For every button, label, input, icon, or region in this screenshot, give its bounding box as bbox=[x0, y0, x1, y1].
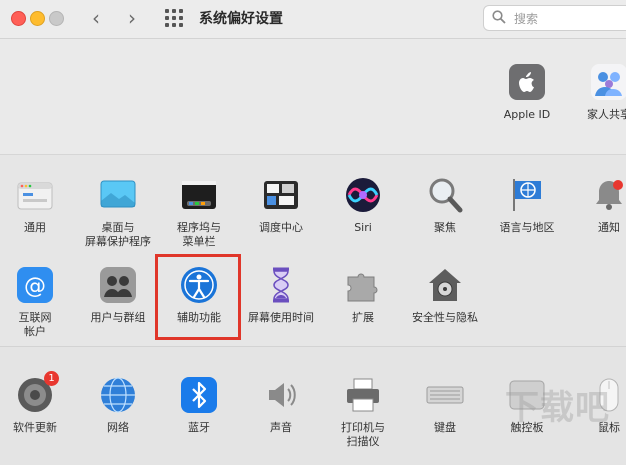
pref-language-region[interactable]: 语言与地区 bbox=[488, 175, 566, 235]
highlight-box bbox=[155, 254, 241, 340]
bluetooth-icon bbox=[179, 375, 219, 415]
grid-icon[interactable] bbox=[165, 9, 183, 27]
language-region-icon bbox=[507, 175, 547, 215]
pref-security-privacy[interactable]: 安全性与隐私 bbox=[406, 265, 484, 325]
close-window-button[interactable] bbox=[11, 11, 26, 26]
chevron-left-icon[interactable]: ‹ bbox=[85, 6, 107, 30]
pref-users-groups[interactable]: 用户与群组 bbox=[79, 265, 157, 325]
pref-notifications[interactable]: 通知 bbox=[570, 175, 626, 235]
pref-label: 蓝牙 bbox=[188, 421, 210, 434]
watermark: 下载吧 bbox=[505, 388, 610, 428]
pref-general[interactable]: 通用 bbox=[0, 175, 74, 235]
zoom-window-button[interactable] bbox=[49, 11, 64, 26]
pref-label: 软件更新 bbox=[13, 421, 57, 434]
pref-label: 家人共享 bbox=[587, 108, 626, 121]
pref-label: 键盘 bbox=[434, 421, 456, 434]
pref-network[interactable]: 网络 bbox=[79, 375, 157, 435]
pref-label: 用户与群组 bbox=[90, 311, 146, 324]
printers-scanners-icon bbox=[343, 375, 383, 415]
search-icon bbox=[492, 10, 506, 24]
svg-text:@: @ bbox=[24, 274, 46, 299]
pref-label: 通用 bbox=[24, 221, 46, 234]
network-icon bbox=[98, 375, 138, 415]
pref-siri[interactable]: Siri bbox=[324, 175, 402, 235]
window-title: 系统偏好设置 bbox=[199, 11, 283, 27]
pref-label: 程序坞与 菜单栏 bbox=[177, 221, 221, 248]
pref-label: 聚焦 bbox=[434, 221, 456, 234]
pref-label: 打印机与 扫描仪 bbox=[341, 421, 385, 448]
pref-internet-accounts[interactable]: @ 互联网 帐户 bbox=[0, 265, 74, 339]
desktop-screensaver-icon bbox=[98, 175, 138, 215]
pref-label: 网络 bbox=[107, 421, 129, 434]
sound-icon bbox=[261, 375, 301, 415]
pref-label: 互联网 帐户 bbox=[18, 311, 52, 338]
mission-control-icon bbox=[261, 175, 301, 215]
apple-logo-icon bbox=[507, 62, 547, 102]
security-privacy-icon bbox=[425, 265, 465, 305]
internet-accounts-icon: @ bbox=[15, 265, 55, 305]
pref-spotlight[interactable]: 聚焦 bbox=[406, 175, 484, 235]
pref-desktop-screensaver[interactable]: 桌面与 屏幕保护程序 bbox=[79, 175, 157, 249]
pref-keyboard[interactable]: 键盘 bbox=[406, 375, 484, 435]
update-badge: 1 bbox=[44, 371, 59, 386]
pref-label: 调度中心 bbox=[259, 221, 303, 234]
pref-label: 声音 bbox=[270, 421, 292, 434]
spotlight-icon bbox=[425, 175, 465, 215]
pref-screen-time[interactable]: 屏幕使用时间 bbox=[242, 265, 320, 325]
pref-sound[interactable]: 声音 bbox=[242, 375, 320, 435]
pref-dock-menubar[interactable]: 程序坞与 菜单栏 bbox=[160, 175, 238, 249]
pref-label: Siri bbox=[354, 221, 372, 234]
search-input[interactable]: 搜索 bbox=[483, 5, 626, 31]
pref-bluetooth[interactable]: 蓝牙 bbox=[160, 375, 238, 435]
title-bar: ‹ › 系统偏好设置 搜索 bbox=[0, 0, 626, 39]
pref-label: 安全性与隐私 bbox=[412, 311, 478, 324]
family-sharing-icon bbox=[589, 62, 626, 102]
pref-printers-scanners[interactable]: 打印机与 扫描仪 bbox=[324, 375, 402, 449]
general-icon bbox=[15, 175, 55, 215]
pref-label: 桌面与 屏幕保护程序 bbox=[85, 221, 151, 248]
pref-extensions[interactable]: 扩展 bbox=[324, 265, 402, 325]
notifications-icon bbox=[589, 175, 626, 215]
screen-time-icon bbox=[261, 265, 301, 305]
pref-label: 屏幕使用时间 bbox=[248, 311, 314, 324]
pref-mission-control[interactable]: 调度中心 bbox=[242, 175, 320, 235]
pref-software-update[interactable]: 1 软件更新 bbox=[0, 371, 74, 435]
keyboard-icon bbox=[425, 375, 465, 415]
software-update-icon: 1 bbox=[15, 371, 59, 415]
pref-family-sharing[interactable]: 家人共享 bbox=[570, 62, 626, 122]
pref-label: Apple ID bbox=[503, 108, 551, 121]
chevron-right-icon[interactable]: › bbox=[121, 6, 143, 30]
pref-label: 通知 bbox=[598, 221, 620, 234]
search-placeholder: 搜索 bbox=[514, 12, 539, 26]
siri-icon bbox=[343, 175, 383, 215]
pref-label: 语言与地区 bbox=[499, 221, 555, 234]
minimize-window-button[interactable] bbox=[30, 11, 45, 26]
users-groups-icon bbox=[98, 265, 138, 305]
extensions-icon bbox=[343, 265, 383, 305]
pref-apple-id[interactable]: Apple ID bbox=[488, 62, 566, 122]
pref-label: 扩展 bbox=[352, 311, 374, 324]
dock-menubar-icon bbox=[179, 175, 219, 215]
